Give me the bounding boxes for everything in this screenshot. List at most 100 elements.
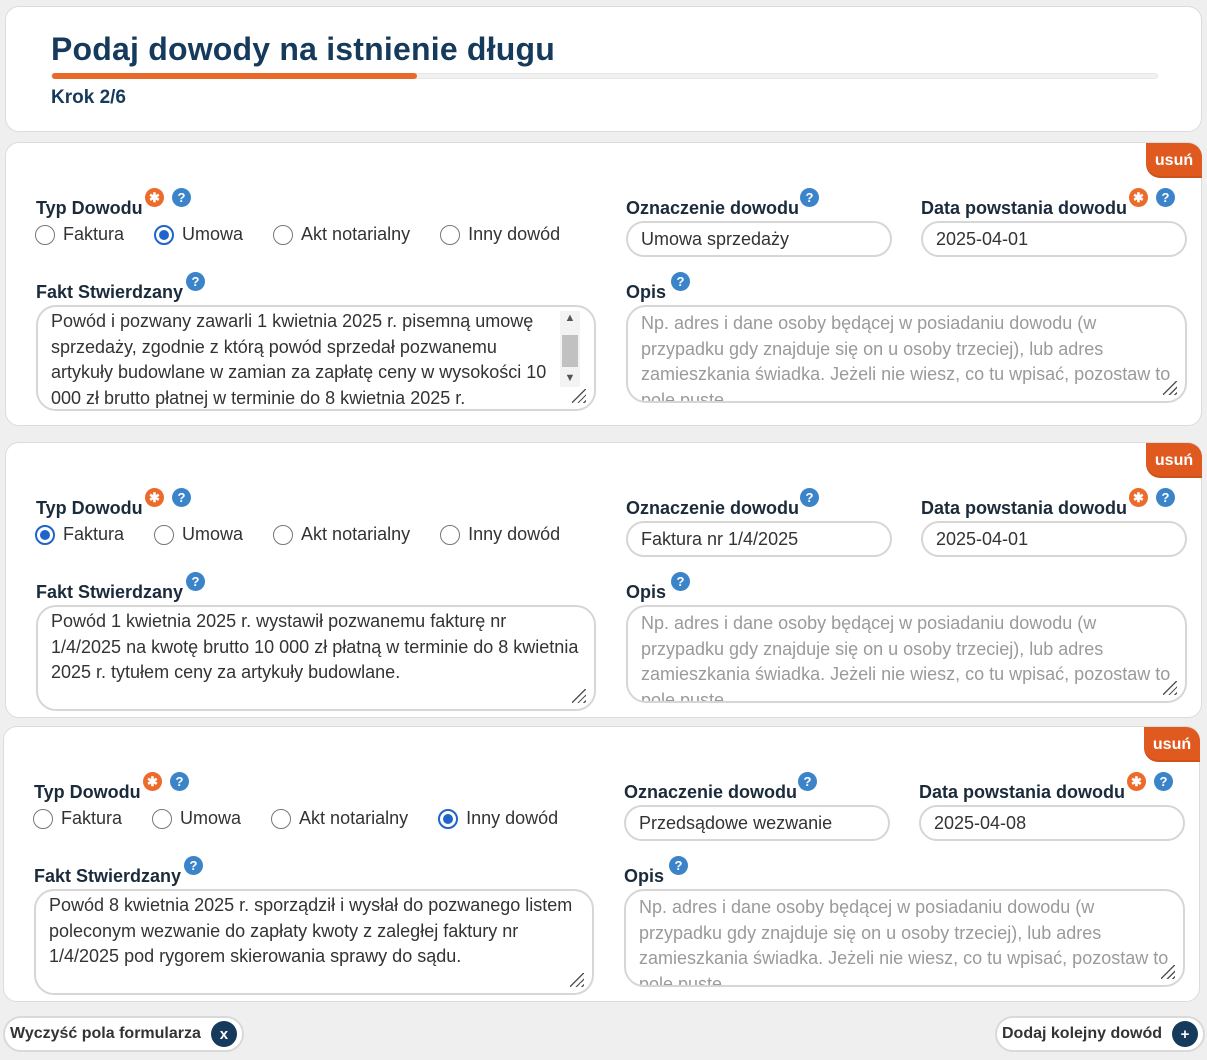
help-icon[interactable]: ? [1154,772,1173,791]
radio-circle[interactable] [35,524,55,545]
add-evidence-button[interactable]: Dodaj kolejny dowód + [995,1016,1206,1052]
evidence-card: usuń Typ Dowodu ✱? Faktura Umowa Akt notarial… [5,442,1202,718]
radio-akt-notarialny[interactable]: Akt notarialny [273,224,410,245]
fact-textarea[interactable]: Powód i pozwany zawarli 1 kwietnia 2025 … [36,305,596,411]
fact-text: Powód i pozwany zawarli 1 kwietnia 2025 … [51,311,547,408]
help-icon[interactable]: ? [800,188,819,207]
close-icon: x [210,1021,237,1047]
radio-circle[interactable] [33,808,53,829]
radio-label: Faktura [61,808,123,828]
radio-faktura[interactable]: Faktura [35,224,124,245]
scroll-up-icon[interactable]: ▲ [560,311,580,327]
designation-label: Oznaczenie dowodu [624,782,798,802]
progress-bar [51,73,1158,79]
radio-label: Inny dowód [468,224,561,244]
radio-label: Inny dowód [466,808,559,828]
help-icon[interactable]: ? [671,572,690,591]
required-icon: ✱ [143,772,162,791]
evidence-type-radio-group: Faktura Umowa Akt notarialny Inny dowód [33,808,558,829]
evidence-type-radio-group: Faktura Umowa Akt notarialny Inny dowód [35,524,560,545]
radio-inny-dowod[interactable]: Inny dowód [440,224,560,245]
remove-evidence-button[interactable]: usuń [1146,443,1202,478]
header-card: Podaj dowody na istnienie długu Krok 2/6 [5,6,1202,132]
type-label: Typ Dowodu [36,198,143,218]
scroll-down-icon[interactable]: ▼ [560,371,580,387]
description-textarea[interactable]: Np. adres i dane osoby będącej w posiada… [626,305,1187,403]
scroll-thumb[interactable] [562,335,578,367]
required-icon: ✱ [1127,772,1146,791]
resize-grip-icon[interactable] [1161,965,1175,979]
radio-label: Umowa [180,808,242,828]
resize-grip-icon[interactable] [1163,681,1177,695]
resize-grip-icon[interactable] [572,689,586,703]
radio-inny-dowod[interactable]: Inny dowód [438,808,558,829]
fact-label: Fakt Stwierdzany [36,282,184,302]
radio-circle[interactable] [440,224,461,245]
resize-grip-icon[interactable] [570,973,584,987]
radio-akt-notarialny[interactable]: Akt notarialny [271,808,408,829]
designation-input[interactable]: Faktura nr 1/4/2025 [626,521,892,557]
help-icon[interactable]: ? [186,272,205,291]
help-icon[interactable]: ? [669,856,688,875]
help-icon[interactable]: ? [1156,188,1175,207]
help-icon[interactable]: ? [1156,488,1175,507]
radio-label: Inny dowód [468,524,561,544]
fact-label: Fakt Stwierdzany [36,582,184,602]
step-indicator: Krok 2/6 [51,87,126,108]
evidence-card: usuń Typ Dowodu ✱? Faktura Umowa Akt notarial… [5,142,1202,426]
description-placeholder: Np. adres i dane osoby będącej w posiada… [639,897,1169,987]
radio-umowa[interactable]: Umowa [154,524,243,545]
remove-evidence-button[interactable]: usuń [1146,143,1202,178]
evidence-card: usuń Typ Dowodu ✱? Faktura Umowa Akt notarial… [3,726,1200,1002]
fact-text: Powód 1 kwietnia 2025 r. wystawił pozwan… [51,611,579,682]
radio-circle[interactable] [35,224,55,245]
fact-textarea[interactable]: Powód 1 kwietnia 2025 r. wystawił pozwan… [36,605,596,711]
help-icon[interactable]: ? [671,272,690,291]
radio-circle[interactable] [154,524,175,545]
resize-grip-icon[interactable] [1163,381,1177,395]
radio-circle[interactable] [154,224,175,245]
help-icon[interactable]: ? [172,188,191,207]
radio-circle[interactable] [273,524,294,545]
fact-textarea[interactable]: Powód 8 kwietnia 2025 r. sporządził i wy… [34,889,594,995]
radio-circle[interactable] [271,808,292,829]
resize-grip-icon[interactable] [572,389,586,403]
designation-label: Oznaczenie dowodu [626,198,800,218]
type-label: Typ Dowodu [36,498,143,518]
radio-label: Faktura [63,524,125,544]
radio-circle[interactable] [440,524,461,545]
radio-circle[interactable] [273,224,294,245]
designation-label: Oznaczenie dowodu [626,498,800,518]
radio-label: Faktura [63,224,125,244]
radio-circle[interactable] [438,808,459,829]
designation-input[interactable]: Przedsądowe wezwanie [624,805,890,841]
description-textarea[interactable]: Np. adres i dane osoby będącej w posiada… [626,605,1187,703]
radio-circle[interactable] [152,808,173,829]
page-title: Podaj dowody na istnienie długu [51,31,555,67]
date-input[interactable]: 2025-04-01 [921,221,1187,257]
date-input[interactable]: 2025-04-08 [919,805,1185,841]
textarea-scrollbar[interactable]: ▲ ▼ [560,311,580,387]
designation-input[interactable]: Umowa sprzedaży [626,221,892,257]
add-evidence-label: Dodaj kolejny dowód [1002,1025,1163,1042]
required-icon: ✱ [145,488,164,507]
evidence-type-radio-group: Faktura Umowa Akt notarialny Inny dowód [35,224,560,245]
radio-akt-notarialny[interactable]: Akt notarialny [273,524,410,545]
date-input[interactable]: 2025-04-01 [921,521,1187,557]
help-icon[interactable]: ? [798,772,817,791]
radio-faktura[interactable]: Faktura [35,524,124,545]
radio-umowa[interactable]: Umowa [154,224,243,245]
remove-evidence-button[interactable]: usuń [1144,727,1200,762]
help-icon[interactable]: ? [186,572,205,591]
help-icon[interactable]: ? [172,488,191,507]
plus-icon: + [1172,1021,1199,1047]
help-icon[interactable]: ? [184,856,203,875]
description-textarea[interactable]: Np. adres i dane osoby będącej w posiada… [624,889,1185,987]
help-icon[interactable]: ? [800,488,819,507]
radio-faktura[interactable]: Faktura [33,808,122,829]
radio-label: Umowa [182,524,244,544]
clear-form-button[interactable]: Wyczyść pola formularza x [3,1016,244,1052]
help-icon[interactable]: ? [170,772,189,791]
radio-umowa[interactable]: Umowa [152,808,241,829]
radio-inny-dowod[interactable]: Inny dowód [440,524,560,545]
